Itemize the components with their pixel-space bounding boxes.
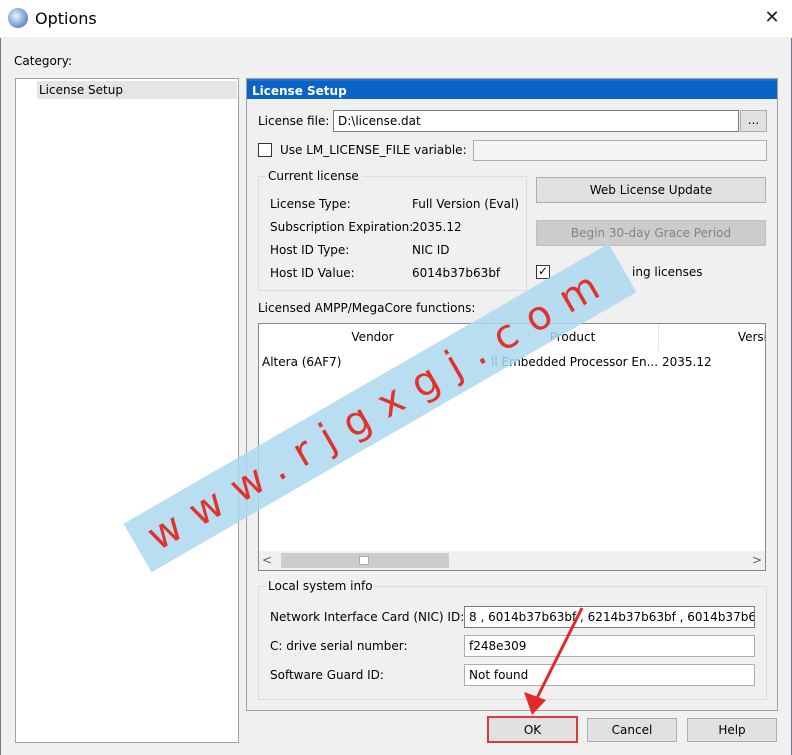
panel-header: License Setup [247, 79, 777, 99]
nic-id-label: Network Interface Card (NIC) ID: [270, 610, 465, 624]
window-frame-left [0, 38, 1, 755]
licensed-functions-label: Licensed AMPP/MegaCore functions: [258, 301, 476, 315]
web-license-update-button[interactable]: Web License Update [536, 177, 766, 203]
host-id-value-label: Host ID Value: [270, 266, 355, 280]
browse-button[interactable]: ... [740, 110, 767, 132]
column-header-version[interactable]: Versi [659, 324, 765, 351]
scrollbar-thumb[interactable] [281, 553, 449, 568]
scrollbar-grip-icon [359, 556, 369, 565]
scroll-left-arrow-icon[interactable]: < [262, 551, 272, 570]
license-file-label: License file: [258, 114, 330, 128]
license-type-value: Full Version (Eval) [412, 197, 520, 211]
subscription-expiration-value: 2035.12 [412, 220, 462, 234]
lm-license-input[interactable] [473, 140, 767, 161]
red-arrow-icon [524, 607, 584, 715]
existing-licenses-checkbox[interactable]: ✓ [536, 265, 550, 279]
host-id-value-value: 6014b37b63bf [412, 266, 501, 280]
host-id-type-label: Host ID Type: [270, 243, 350, 257]
host-id-type-value: NIC ID [412, 243, 450, 257]
cell-version[interactable]: 2035.12 [662, 352, 762, 372]
app-globe-icon [8, 8, 28, 28]
category-tree[interactable]: License Setup [15, 78, 239, 743]
subscription-expiration-label: Subscription Expiration: [270, 220, 414, 234]
current-license-title: Current license [265, 169, 362, 183]
license-file-input[interactable]: D:\license.dat [333, 110, 739, 132]
local-system-info-title: Local system info [265, 579, 376, 593]
category-item-license-setup[interactable]: License Setup [37, 81, 237, 99]
lm-license-label: Use LM_LICENSE_FILE variable: [280, 143, 467, 157]
category-label: Category: [14, 54, 72, 68]
help-button[interactable]: Help [687, 718, 777, 742]
window-title: Options [35, 9, 97, 28]
horizontal-scrollbar[interactable]: < > [259, 551, 765, 570]
existing-licenses-label: ing licenses [632, 265, 703, 279]
drive-serial-label: C: drive serial number: [270, 639, 408, 653]
lm-license-checkbox[interactable] [258, 143, 272, 157]
cancel-button[interactable]: Cancel [587, 718, 677, 742]
grace-period-button[interactable]: Begin 30-day Grace Period [536, 220, 766, 246]
license-type-label: License Type: [270, 197, 351, 211]
software-guard-label: Software Guard ID: [270, 668, 384, 682]
close-button[interactable]: ✕ [752, 0, 792, 38]
scroll-right-arrow-icon[interactable]: > [752, 551, 762, 570]
title-bar: Options ✕ [0, 0, 792, 38]
